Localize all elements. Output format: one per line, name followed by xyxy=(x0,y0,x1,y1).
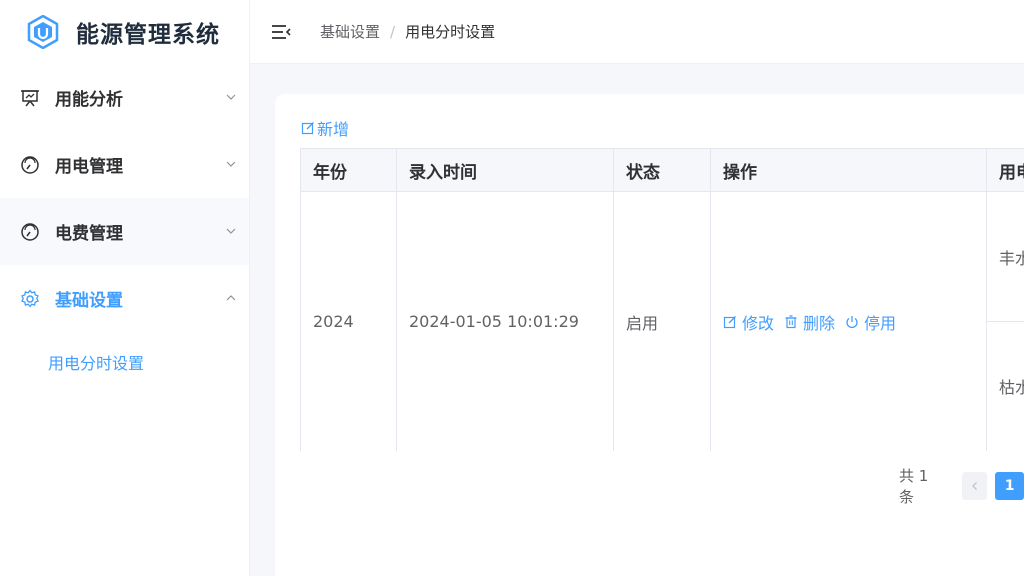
app-logo[interactable]: 能源管理系统 xyxy=(0,0,249,64)
breadcrumb-current: 用电分时设置 xyxy=(405,23,496,41)
cell-status: 启用 xyxy=(613,191,711,451)
pagination-total: 共 1 条 xyxy=(899,467,929,506)
sidebar-item-label: 基础设置 xyxy=(55,291,123,311)
sidebar: 能源管理系统 用能分析 用电管理 电费管理 基础设置 用电分时设置 xyxy=(0,0,250,576)
sub-row-wet-season: 丰水 xyxy=(999,248,1024,268)
chevron-up-icon xyxy=(226,295,236,301)
column-header-entry-time: 录入时间 xyxy=(396,148,614,192)
cell-year: 2024 xyxy=(300,191,397,451)
pagination-prev-button[interactable] xyxy=(962,472,988,500)
gauge-icon xyxy=(20,155,40,175)
sidebar-item-label: 用电管理 xyxy=(55,157,123,177)
presentation-icon xyxy=(20,88,40,108)
add-button-label: 新增 xyxy=(317,120,350,139)
column-header-year: 年份 xyxy=(300,148,397,192)
data-table: 年份 录入时间 状态 操作 用电 2024 2024-01-05 10:01:2… xyxy=(300,148,1024,451)
menu-fold-icon[interactable] xyxy=(270,21,292,43)
pagination: 共 1 条 1 xyxy=(899,465,1024,507)
column-header-actions: 操作 xyxy=(710,148,987,192)
power-icon xyxy=(846,315,858,328)
sidebar-subitem-time-of-use[interactable]: 用电分时设置 xyxy=(0,332,249,392)
cell-electricity: 丰水 枯水 xyxy=(986,191,1024,451)
sub-row-dry-season: 枯水 xyxy=(987,321,1024,451)
disable-button[interactable]: 停用 xyxy=(845,310,896,334)
chevron-down-icon xyxy=(226,228,236,234)
gauge-icon xyxy=(20,222,40,242)
column-header-electricity: 用电 xyxy=(986,148,1024,192)
edit-button[interactable]: 修改 xyxy=(723,310,774,334)
sidebar-item-electricity-fee[interactable]: 电费管理 xyxy=(0,198,249,265)
chevron-left-icon xyxy=(971,482,977,490)
app-title: 能源管理系统 xyxy=(76,22,220,48)
breadcrumb-separator: / xyxy=(390,22,396,41)
sidebar-item-energy-analysis[interactable]: 用能分析 xyxy=(0,64,249,131)
sidebar-item-basic-settings[interactable]: 基础设置 xyxy=(0,265,249,332)
trash-icon xyxy=(785,314,797,328)
delete-button-label: 删除 xyxy=(803,313,836,333)
edit-button-label: 修改 xyxy=(742,313,775,333)
table-header-row: 年份 录入时间 状态 操作 用电 xyxy=(300,148,1024,192)
sidebar-item-label: 电费管理 xyxy=(55,224,123,244)
disable-button-label: 停用 xyxy=(864,313,897,333)
column-header-status: 状态 xyxy=(613,148,711,192)
gear-icon xyxy=(20,288,40,309)
chevron-down-icon xyxy=(226,94,236,100)
top-header: 基础设置 / 用电分时设置 xyxy=(250,0,1024,64)
delete-button[interactable]: 删除 xyxy=(784,310,835,334)
cell-actions: 修改 删除 停用 xyxy=(710,191,987,451)
add-button[interactable]: 新增 xyxy=(301,116,349,140)
cell-entry-time: 2024-01-05 10:01:29 xyxy=(396,191,614,451)
chevron-down-icon xyxy=(226,161,236,167)
table-row: 2024 2024-01-05 10:01:29 启用 修改 删除 停用 丰 枯 xyxy=(300,191,1024,451)
edit-icon xyxy=(723,315,736,328)
edit-icon xyxy=(301,122,314,135)
breadcrumb-item[interactable]: 基础设置 xyxy=(320,21,380,42)
pagination-page-1[interactable]: 1 xyxy=(995,472,1024,500)
sidebar-item-label: 用能分析 xyxy=(55,90,123,110)
sidebar-item-electricity-management[interactable]: 用电管理 xyxy=(0,131,249,198)
hexagon-logo-icon xyxy=(27,15,59,49)
